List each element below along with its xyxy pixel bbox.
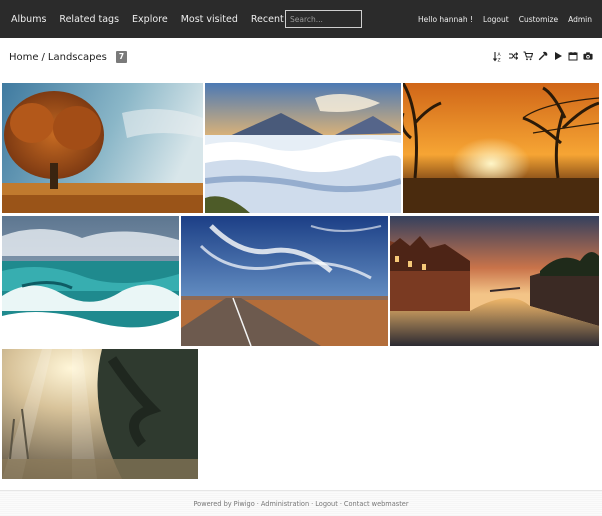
top-navbar: Albums Related tags Explore Most visited… — [0, 0, 602, 38]
customize-link[interactable]: Customize — [519, 15, 558, 24]
admin-link[interactable]: Admin — [568, 15, 592, 24]
breadcrumb-separator: / — [41, 51, 45, 63]
footer-separator: · — [339, 499, 342, 508]
photo-count-badge: 7 — [115, 51, 128, 63]
photo-thumbnail-canal-city[interactable] — [390, 216, 599, 346]
photo-thumbnail-desert-road[interactable] — [181, 216, 388, 346]
random-icon[interactable] — [508, 50, 518, 62]
nav-explore[interactable]: Explore — [132, 14, 168, 25]
photo-thumbnail-ocean-waves[interactable] — [2, 216, 179, 346]
footer-logout-link[interactable]: Logout — [315, 500, 338, 508]
photo-thumbnail-volcano-clouds[interactable] — [205, 83, 401, 213]
footer-powered-by: Powered by — [193, 499, 232, 508]
cart-icon[interactable] — [523, 50, 533, 62]
photo-thumbnail-misty-forest[interactable] — [2, 349, 198, 479]
nav-related-tags[interactable]: Related tags — [59, 14, 119, 25]
footer-administration-link[interactable]: Administration — [261, 500, 309, 508]
svg-text:A: A — [498, 52, 502, 58]
footer-contact-link[interactable]: Contact webmaster — [344, 500, 409, 508]
photo-thumbnail-autumn-tree[interactable] — [2, 83, 203, 213]
sort-icon[interactable]: AZ — [493, 50, 503, 62]
search-input[interactable] — [285, 10, 362, 28]
album-toolbar: AZ — [493, 50, 593, 62]
footer-separator: · — [256, 499, 259, 508]
camera-icon[interactable] — [583, 50, 593, 62]
slideshow-icon[interactable] — [553, 50, 563, 62]
photo-thumbnail-sunset-trees[interactable] — [403, 83, 599, 213]
breadcrumb-current[interactable]: Landscapes — [48, 52, 107, 63]
footer-separator: · — [311, 499, 314, 508]
calendar-icon[interactable] — [568, 50, 578, 62]
edit-icon[interactable] — [538, 50, 548, 62]
main-menu: Albums Related tags Explore Most visited… — [11, 0, 319, 38]
breadcrumb-home[interactable]: Home — [9, 52, 39, 63]
user-menu: Hello hannah ! Logout Customize Admin — [418, 0, 592, 38]
logout-link[interactable]: Logout — [483, 15, 509, 24]
title-bar: Home / Landscapes 7 AZ — [0, 38, 602, 78]
nav-albums[interactable]: Albums — [11, 14, 46, 25]
greeting-text: Hello hannah ! — [418, 14, 474, 24]
breadcrumb: Home / Landscapes 7 — [9, 51, 128, 63]
footer: Powered by Piwigo · Administration · Log… — [0, 490, 602, 516]
svg-text:Z: Z — [498, 57, 501, 62]
footer-piwigo-link[interactable]: Piwigo — [234, 500, 255, 508]
nav-most-visited[interactable]: Most visited — [181, 14, 238, 25]
